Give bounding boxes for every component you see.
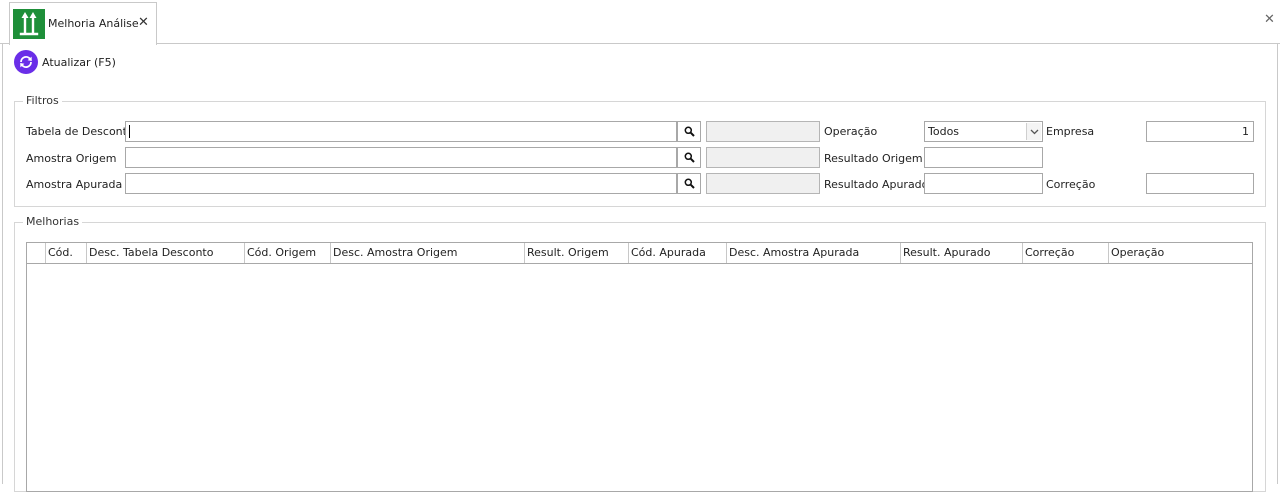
operacao-label: Operação: [824, 125, 878, 138]
filters-legend: Filtros: [23, 94, 62, 107]
operacao-select[interactable]: Todos: [924, 121, 1043, 142]
amostra-apurada-description: [706, 173, 820, 194]
column-header-result-apurado[interactable]: Result. Apurado: [901, 243, 1023, 263]
correcao-label: Correção: [1046, 178, 1096, 191]
tab-strip: Melhoria Análise ✕ ✕: [0, 0, 1280, 45]
amostra-origem-input[interactable]: [125, 147, 677, 168]
chevron-down-icon[interactable]: [1026, 123, 1041, 140]
tab-melhoria-analise[interactable]: Melhoria Análise ✕: [9, 2, 157, 45]
empresa-input[interactable]: 1: [1146, 121, 1254, 142]
melhorias-legend: Melhorias: [23, 215, 83, 228]
tab-close-icon[interactable]: ✕: [138, 15, 149, 30]
resultado-origem-input[interactable]: [924, 147, 1043, 168]
correcao-input[interactable]: [1146, 173, 1254, 194]
tabela-desconto-input[interactable]: [125, 121, 677, 142]
column-header-result-origem[interactable]: Result. Origem: [525, 243, 629, 263]
row-indicator-column-header[interactable]: [27, 243, 46, 263]
resultado-apurado-label: Resultado Apurado: [824, 178, 929, 191]
column-header-cod[interactable]: Cód.: [46, 243, 87, 263]
sort-up-arrows-icon: [13, 9, 45, 39]
amostra-apurada-search-button[interactable]: [677, 173, 701, 194]
refresh-button[interactable]: Atualizar (F5): [14, 50, 116, 74]
empresa-label: Empresa: [1046, 125, 1095, 138]
tabela-desconto-label: Tabela de Desconto: [26, 125, 134, 138]
tab-title: Melhoria Análise: [48, 17, 139, 30]
column-header-cod-apurada[interactable]: Cód. Apurada: [629, 243, 727, 263]
column-header-desc-tabela-desconto[interactable]: Desc. Tabela Desconto: [87, 243, 245, 263]
search-icon: [684, 126, 695, 137]
column-header-operacao[interactable]: Operação: [1109, 243, 1252, 263]
amostra-apurada-input[interactable]: [125, 173, 677, 194]
grid-header: Cód. Desc. Tabela Desconto Cód. Origem D…: [27, 243, 1252, 264]
window-close-icon[interactable]: ✕: [1264, 12, 1275, 27]
amostra-apurada-label: Amostra Apurada: [26, 178, 123, 191]
tabela-desconto-search-button[interactable]: [677, 121, 701, 142]
search-icon: [684, 152, 695, 163]
refresh-label: Atualizar (F5): [42, 55, 116, 69]
column-header-correcao[interactable]: Correção: [1023, 243, 1109, 263]
text-caret: [129, 125, 130, 138]
resultado-apurado-input[interactable]: [924, 173, 1043, 194]
amostra-origem-label: Amostra Origem: [26, 152, 117, 165]
melhorias-grid[interactable]: Cód. Desc. Tabela Desconto Cód. Origem D…: [26, 242, 1253, 492]
amostra-origem-description: [706, 147, 820, 168]
resultado-origem-label: Resultado Origem: [824, 152, 923, 165]
operacao-selected-value: Todos: [928, 125, 960, 138]
search-icon: [684, 178, 695, 189]
refresh-icon: [14, 50, 38, 74]
column-header-desc-amostra-origem[interactable]: Desc. Amostra Origem: [331, 243, 525, 263]
tabela-desconto-description: [706, 121, 820, 142]
column-header-cod-origem[interactable]: Cód. Origem: [245, 243, 331, 263]
amostra-origem-search-button[interactable]: [677, 147, 701, 168]
column-header-desc-amostra-apurada[interactable]: Desc. Amostra Apurada: [727, 243, 901, 263]
